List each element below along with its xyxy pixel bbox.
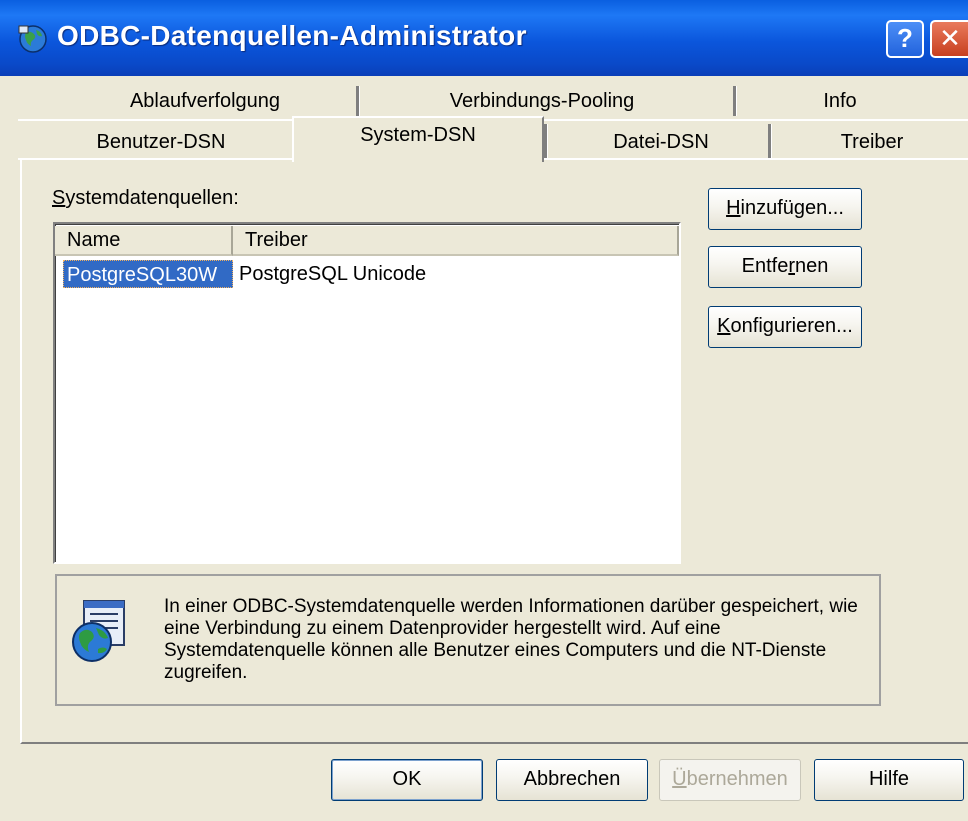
button-mnemonic: H xyxy=(726,197,741,219)
close-icon[interactable]: ✕ xyxy=(930,20,968,58)
odbc-globe-icon xyxy=(18,25,47,53)
tab-label: Info xyxy=(823,90,857,112)
column-header-name[interactable]: Name xyxy=(55,226,233,256)
button-label: Hilfe xyxy=(868,768,909,790)
tab-treiber[interactable]: Treiber xyxy=(776,125,968,159)
info-description: In einer ODBC-Systemdatenquelle werden I… xyxy=(164,596,858,683)
button-label: bernehmen xyxy=(686,768,788,790)
tab-separator xyxy=(544,124,548,158)
database-globe-icon xyxy=(72,600,125,662)
button-label: Abbrechen xyxy=(523,768,621,790)
tab-separator xyxy=(733,86,737,116)
button-label: onfigurieren... xyxy=(730,315,853,337)
button-label: nen xyxy=(795,255,829,277)
label-text: ystemdatenquellen: xyxy=(65,187,239,209)
remove-button[interactable]: Entfernen xyxy=(708,246,862,288)
button-label: inzufügen... xyxy=(740,197,844,219)
apply-button[interactable]: Übernehmen xyxy=(659,759,801,801)
tab-separator xyxy=(768,124,772,158)
help-button[interactable]: Hilfe xyxy=(814,759,964,801)
tab-label: Datei-DSN xyxy=(613,131,709,153)
window-title: ODBC-Datenquellen-Administrator xyxy=(57,20,527,51)
data-source-list[interactable]: Name Treiber PostgreSQL30W PostgreSQL Un… xyxy=(53,222,681,564)
tab-info[interactable]: Info xyxy=(740,90,940,120)
button-mnemonic: K xyxy=(717,315,731,337)
tab-system-dsn[interactable]: System-DSN xyxy=(292,116,544,162)
ok-button[interactable]: OK xyxy=(331,759,483,801)
tab-label: Verbindungs-Pooling xyxy=(449,90,635,112)
systemdatenquellen-label: Systemdatenquellen: xyxy=(52,187,239,210)
tab-separator xyxy=(356,86,360,116)
button-mnemonic: r xyxy=(788,255,795,277)
tab-datei-dsn[interactable]: Datei-DSN xyxy=(550,125,772,159)
tab-label: Treiber xyxy=(840,131,904,153)
list-item-driver[interactable]: PostgreSQL Unicode xyxy=(239,260,426,288)
button-label: OK xyxy=(392,768,422,790)
cancel-button[interactable]: Abbrechen xyxy=(496,759,648,801)
tab-label: Benutzer-DSN xyxy=(96,131,226,153)
tab-label: System-DSN xyxy=(360,124,476,146)
tab-benutzer-dsn[interactable]: Benutzer-DSN xyxy=(30,125,292,159)
help-icon[interactable]: ? xyxy=(886,20,924,58)
label-mnemonic: S xyxy=(52,187,66,209)
column-header-driver[interactable]: Treiber xyxy=(233,226,679,256)
tab-label: Ablaufverfolgung xyxy=(129,90,281,112)
add-button[interactable]: Hinzufügen... xyxy=(708,188,862,230)
button-label: Entfe xyxy=(741,255,789,277)
list-item-name[interactable]: PostgreSQL30W xyxy=(63,260,233,288)
title-bar[interactable]: ODBC-Datenquellen-Administrator ? ✕ xyxy=(0,0,968,76)
button-mnemonic: Ü xyxy=(672,768,687,790)
configure-button[interactable]: Konfigurieren... xyxy=(708,306,862,348)
column-header-label: Name xyxy=(67,229,121,251)
column-header-label: Treiber xyxy=(245,229,308,251)
